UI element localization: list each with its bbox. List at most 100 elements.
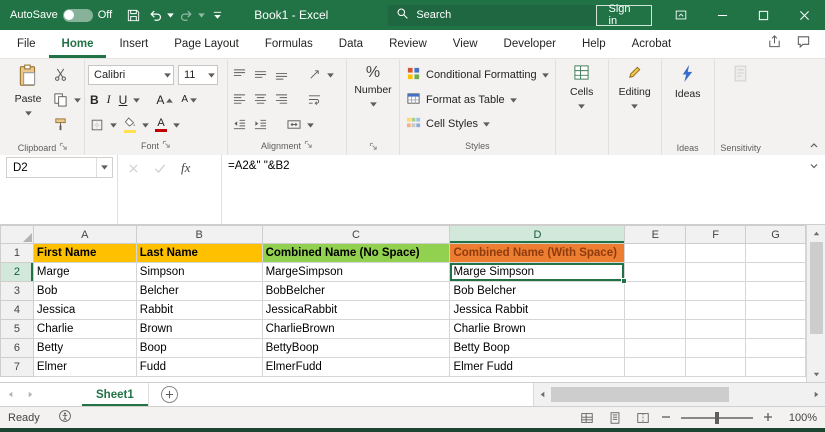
orientation-button[interactable] (306, 65, 323, 85)
cell-A3[interactable]: Bob (33, 282, 136, 301)
alignment-dialog-launcher-icon[interactable] (304, 140, 313, 151)
select-all-button[interactable] (1, 226, 34, 244)
cell-D5[interactable]: Charlie Brown (450, 320, 625, 339)
name-box-dropdown-icon[interactable] (96, 158, 112, 177)
zoom-level[interactable]: 100% (781, 412, 817, 424)
zoom-out-button[interactable] (661, 412, 671, 423)
accessibility-icon[interactable] (58, 409, 72, 426)
align-top-button[interactable] (231, 65, 248, 85)
cell-styles-dropdown-icon[interactable] (483, 118, 490, 130)
cell-E4[interactable] (625, 301, 686, 320)
scroll-up-icon[interactable] (807, 225, 825, 241)
ideas-button[interactable]: Ideas (665, 60, 711, 100)
vertical-scrollbar[interactable] (806, 225, 825, 382)
ribbon-tab-developer[interactable]: Developer (491, 30, 569, 58)
column-header-F[interactable]: F (686, 226, 746, 244)
cell-A4[interactable]: Jessica (33, 301, 136, 320)
cancel-icon[interactable] (128, 161, 139, 179)
cell-D2[interactable]: Marge Simpson (450, 263, 625, 282)
zoom-in-button[interactable] (763, 412, 773, 423)
fill-color-button[interactable] (121, 115, 138, 135)
cell-F3[interactable] (686, 282, 746, 301)
normal-view-button[interactable] (577, 408, 597, 428)
cell-B1[interactable]: Last Name (136, 244, 262, 263)
clipboard-dialog-launcher-icon[interactable] (59, 142, 68, 153)
number-dropdown-icon[interactable] (370, 98, 377, 110)
number-format-button[interactable]: % Number (350, 60, 396, 110)
number-dialog-launcher-icon[interactable] (369, 142, 378, 153)
cell-D1[interactable]: Combined Name (With Space) (450, 244, 625, 263)
cut-button[interactable] (51, 65, 70, 85)
ribbon-tab-home[interactable]: Home (49, 30, 107, 58)
conditional-formatting-dropdown-icon[interactable] (542, 69, 549, 81)
underline-dropdown-icon[interactable] (133, 94, 140, 106)
cell-F6[interactable] (686, 339, 746, 358)
cell-B4[interactable]: Rabbit (136, 301, 262, 320)
cell-D6[interactable]: Betty Boop (450, 339, 625, 358)
vertical-scroll-thumb[interactable] (810, 242, 823, 334)
scroll-left-icon[interactable] (534, 383, 551, 406)
format-as-table-button[interactable]: Format as Table (403, 89, 552, 111)
cell-A6[interactable]: Betty (33, 339, 136, 358)
decrease-indent-button[interactable] (231, 115, 248, 135)
cell-A2[interactable]: Marge (33, 263, 136, 282)
horizontal-scrollbar[interactable] (533, 383, 825, 406)
increase-indent-button[interactable] (252, 115, 269, 135)
align-bottom-button[interactable] (273, 65, 290, 85)
ribbon-display-options-button[interactable] (660, 0, 701, 30)
row-header-2[interactable]: 2 (1, 263, 34, 282)
minimize-button[interactable] (701, 0, 742, 30)
font-name-combo[interactable]: Calibri (88, 65, 174, 85)
enter-icon[interactable] (154, 161, 166, 179)
font-name-dropdown-icon[interactable] (164, 69, 171, 81)
row-header-1[interactable]: 1 (1, 244, 34, 263)
merge-center-button[interactable] (285, 115, 303, 135)
cells-dropdown-icon[interactable] (578, 100, 585, 112)
redo-button[interactable] (175, 0, 197, 30)
ribbon-tab-data[interactable]: Data (326, 30, 376, 58)
font-dialog-launcher-icon[interactable] (162, 140, 171, 151)
undo-dropdown[interactable] (166, 0, 175, 30)
cell-G1[interactable] (746, 244, 806, 263)
fill-handle[interactable] (621, 278, 627, 284)
increase-font-size-button[interactable]: A (154, 90, 175, 110)
next-sheet-icon[interactable] (20, 383, 40, 406)
cell-E1[interactable] (625, 244, 686, 263)
ribbon-tab-acrobat[interactable]: Acrobat (619, 30, 685, 58)
cell-G7[interactable] (746, 358, 806, 377)
decrease-font-size-button[interactable]: A (179, 90, 199, 110)
collapse-ribbon-icon[interactable] (809, 140, 819, 152)
formula-bar-expand-icon[interactable] (803, 155, 825, 170)
name-box[interactable]: D2 (6, 157, 113, 178)
customize-quick-access-toolbar-button[interactable] (206, 0, 228, 30)
copy-button[interactable] (51, 90, 70, 110)
cell-E7[interactable] (625, 358, 686, 377)
new-sheet-button[interactable] (161, 386, 178, 403)
editing-button[interactable]: Editing (612, 60, 658, 112)
undo-button[interactable] (144, 0, 166, 30)
sheet-tab-sheet1[interactable]: Sheet1 (82, 383, 149, 406)
column-header-B[interactable]: B (136, 226, 262, 244)
column-header-G[interactable]: G (746, 226, 806, 244)
merge-dropdown-icon[interactable] (307, 119, 314, 131)
cell-F1[interactable] (686, 244, 746, 263)
cell-E2[interactable] (625, 263, 686, 282)
row-header-6[interactable]: 6 (1, 339, 34, 358)
row-header-7[interactable]: 7 (1, 358, 34, 377)
cell-G5[interactable] (746, 320, 806, 339)
italic-button[interactable]: I (105, 90, 113, 110)
cell-G3[interactable] (746, 282, 806, 301)
align-left-button[interactable] (231, 90, 248, 110)
font-color-button[interactable]: A (153, 115, 169, 135)
cell-G4[interactable] (746, 301, 806, 320)
cell-C2[interactable]: MargeSimpson (262, 263, 450, 282)
column-header-A[interactable]: A (33, 226, 136, 244)
font-size-combo[interactable]: 11 (178, 65, 218, 85)
font-color-dropdown-icon[interactable] (173, 119, 180, 131)
page-break-view-button[interactable] (633, 408, 653, 428)
comments-icon[interactable] (796, 34, 811, 54)
cell-F7[interactable] (686, 358, 746, 377)
copy-dropdown-icon[interactable] (74, 94, 81, 106)
save-button[interactable] (122, 0, 144, 30)
autosave-control[interactable]: AutoSave Off (10, 9, 112, 22)
